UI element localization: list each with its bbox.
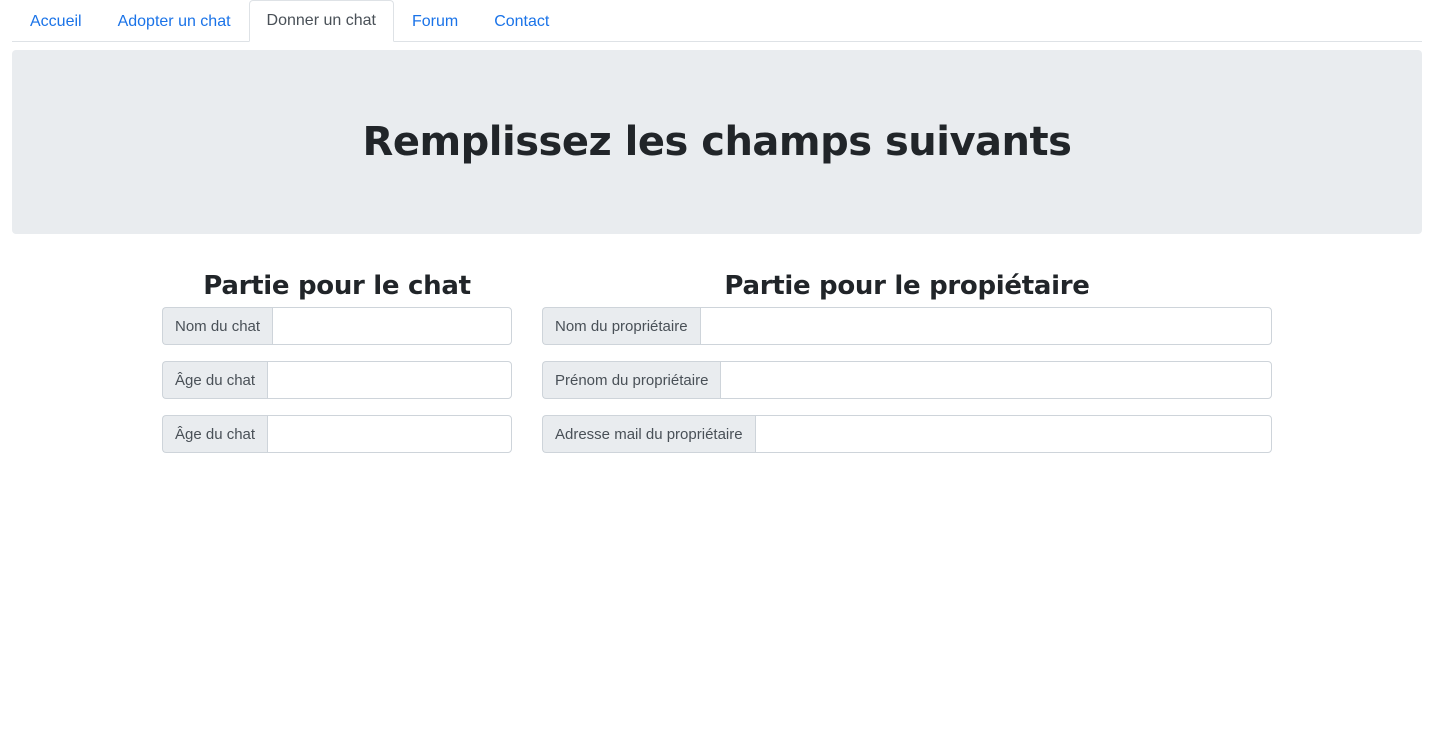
owner-email-group: Adresse mail du propriétaire bbox=[542, 415, 1272, 453]
cat-age-group: Âge du chat bbox=[162, 361, 512, 399]
jumbotron: Remplissez les champs suivants bbox=[12, 50, 1422, 234]
owner-lastname-label: Nom du propriétaire bbox=[542, 307, 700, 345]
owner-lastname-input[interactable] bbox=[699, 307, 1272, 345]
cat-age-label: Âge du chat bbox=[162, 361, 268, 399]
tab-forum[interactable]: Forum bbox=[394, 1, 476, 42]
cat-name-label: Nom du chat bbox=[162, 307, 273, 345]
tab-donner-un-chat[interactable]: Donner un chat bbox=[248, 0, 394, 42]
nav-tabs: Accueil Adopter un chat Donner un chat F… bbox=[12, 0, 1422, 42]
owner-lastname-group: Nom du propriétaire bbox=[542, 307, 1272, 345]
cat-age-input-2[interactable] bbox=[267, 415, 512, 453]
tab-contact[interactable]: Contact bbox=[476, 1, 567, 42]
cat-age-group-2: Âge du chat bbox=[162, 415, 512, 453]
cat-age-input[interactable] bbox=[267, 361, 512, 399]
cat-name-group: Nom du chat bbox=[162, 307, 512, 345]
owner-firstname-group: Prénom du propriétaire bbox=[542, 361, 1272, 399]
owner-email-label: Adresse mail du propriétaire bbox=[542, 415, 755, 453]
owner-email-input[interactable] bbox=[754, 415, 1272, 453]
owner-section: Partie pour le propiétaire Nom du propri… bbox=[542, 266, 1272, 469]
tab-accueil[interactable]: Accueil bbox=[12, 1, 100, 42]
cat-age-label-2: Âge du chat bbox=[162, 415, 268, 453]
cat-section: Partie pour le chat Nom du chat Âge du c… bbox=[162, 266, 512, 469]
cat-section-title: Partie pour le chat bbox=[203, 271, 471, 301]
cat-name-input[interactable] bbox=[272, 307, 512, 345]
tab-adopter-un-chat[interactable]: Adopter un chat bbox=[100, 1, 249, 42]
owner-section-title: Partie pour le propiétaire bbox=[724, 271, 1090, 301]
page-title: Remplissez les champs suivants bbox=[362, 119, 1072, 165]
owner-firstname-input[interactable] bbox=[720, 361, 1272, 399]
owner-firstname-label: Prénom du propriétaire bbox=[542, 361, 721, 399]
